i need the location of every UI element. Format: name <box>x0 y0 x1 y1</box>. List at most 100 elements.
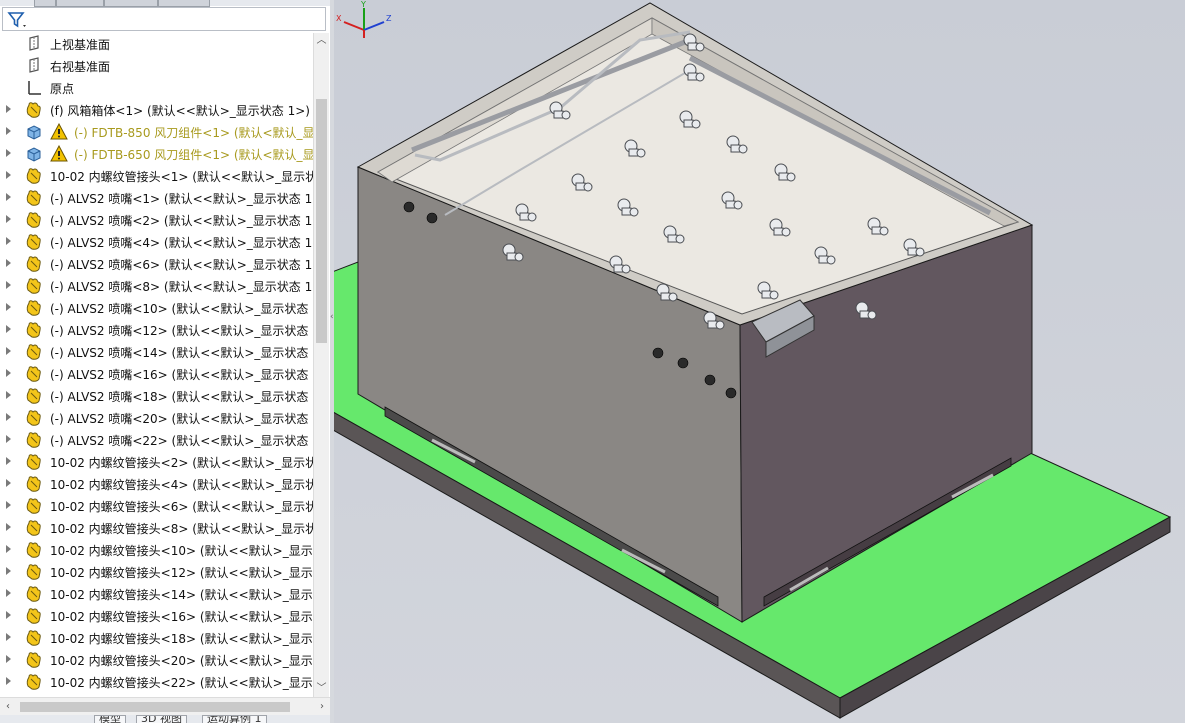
expand-arrow-icon[interactable] <box>6 655 11 663</box>
tree-item[interactable]: 10-02 内螺纹管接头<6> (默认<<默认>_显示状态 <box>0 495 313 517</box>
tree-item[interactable]: (f) 风箱箱体<1> (默认<<默认>_显示状态 1>) <box>0 99 313 121</box>
tree-item[interactable]: (-) ALVS2 喷嘴<8> (默认<<默认>_显示状态 1> <box>0 275 313 297</box>
expand-arrow-icon[interactable] <box>6 281 11 289</box>
part-icon <box>24 453 44 471</box>
expand-arrow-icon[interactable] <box>6 523 11 531</box>
tree-item-label: 10-02 内螺纹管接头<4> (默认<<默认>_显示状态 <box>50 478 313 492</box>
scroll-right-arrow-icon[interactable]: › <box>316 700 328 714</box>
tree-item[interactable]: 10-02 内螺纹管接头<8> (默认<<默认>_显示状态 <box>0 517 313 539</box>
expand-arrow-icon[interactable] <box>6 457 11 465</box>
feature-manager-panel: 上视基准面 右视基准面原点 (f) 风箱箱体<1> (默认<<默认>_显示状态 1>… <box>0 0 331 723</box>
scroll-down-arrow-icon[interactable]: ﹀ <box>316 683 327 695</box>
expand-arrow-icon[interactable] <box>6 303 11 311</box>
tree-item[interactable]: 10-02 内螺纹管接头<4> (默认<<默认>_显示状态 <box>0 473 313 495</box>
expand-arrow-icon[interactable] <box>6 413 11 421</box>
tree-item[interactable]: (-) ALVS2 喷嘴<16> (默认<<默认>_显示状态 1 <box>0 363 313 385</box>
expand-arrow-icon[interactable] <box>6 127 11 135</box>
expand-arrow-icon[interactable] <box>6 325 11 333</box>
expand-arrow-icon[interactable] <box>6 479 11 487</box>
tree-item[interactable]: (-) ALVS2 喷嘴<12> (默认<<默认>_显示状态 1 <box>0 319 313 341</box>
tab-feature-manager[interactable] <box>34 0 56 7</box>
expand-arrow-icon[interactable] <box>6 589 11 597</box>
tree-item[interactable]: (-) ALVS2 喷嘴<4> (默认<<默认>_显示状态 1> <box>0 231 313 253</box>
tree-item[interactable]: (-) FDTB-850 风刀组件<1> (默认<默认_显示 <box>0 121 313 143</box>
filter-icon[interactable] <box>7 10 27 30</box>
tree-item[interactable]: (-) ALVS2 喷嘴<18> (默认<<默认>_显示状态 1 <box>0 385 313 407</box>
tree-item[interactable]: 10-02 内螺纹管接头<16> (默认<<默认>_显示状 <box>0 605 313 627</box>
tree-item[interactable]: (-) ALVS2 喷嘴<22> (默认<<默认>_显示状态 1 <box>0 429 313 451</box>
tree-horizontal-scrollbar[interactable]: ‹ › <box>0 697 330 716</box>
triad-z-label: Z <box>386 14 392 23</box>
tree-item[interactable]: 10-02 内螺纹管接头<2> (默认<<默认>_显示状态 <box>0 451 313 473</box>
tab-model[interactable]: 模型 <box>94 715 126 723</box>
tree-item[interactable]: 10-02 内螺纹管接头<10> (默认<<默认>_显示状 <box>0 539 313 561</box>
tree-item-label: 10-02 内螺纹管接头<8> (默认<<默认>_显示状态 <box>50 522 313 536</box>
part-icon <box>24 211 44 229</box>
expand-arrow-icon[interactable] <box>6 171 11 179</box>
tree-item[interactable]: 原点 <box>0 77 313 99</box>
expand-arrow-icon[interactable] <box>6 105 11 113</box>
tree-item[interactable]: (-) ALVS2 喷嘴<2> (默认<<默认>_显示状态 1> <box>0 209 313 231</box>
feature-tree: 上视基准面 右视基准面原点 (f) 风箱箱体<1> (默认<<默认>_显示状态 1>… <box>0 33 313 693</box>
expand-arrow-icon[interactable] <box>6 435 11 443</box>
expand-arrow-icon[interactable] <box>6 611 11 619</box>
expand-arrow-icon[interactable] <box>6 677 11 685</box>
tab-configuration-manager[interactable] <box>104 0 158 7</box>
part-icon <box>24 673 44 691</box>
view-orientation-triad[interactable]: X Y Z <box>334 0 396 44</box>
tree-item[interactable]: 10-02 内螺纹管接头<12> (默认<<默认>_显示状 <box>0 561 313 583</box>
tree-item-label: 10-02 内螺纹管接头<1> (默认<<默认>_显示状态 <box>50 170 313 184</box>
tree-item[interactable]: (-) ALVS2 喷嘴<20> (默认<<默认>_显示状态 1 <box>0 407 313 429</box>
tree-item-label: 原点 <box>50 82 75 96</box>
tree-item[interactable]: (-) ALVS2 喷嘴<10> (默认<<默认>_显示状态 1 <box>0 297 313 319</box>
tree-item-label: (-) ALVS2 喷嘴<10> (默认<<默认>_显示状态 1 <box>50 302 313 316</box>
tree-item[interactable]: 10-02 内螺纹管接头<22> (默认<<默认>_显示状 <box>0 671 313 693</box>
tree-item-label: (-) FDTB-650 风刀组件<1> (默认<默认_显示 <box>74 148 313 162</box>
expand-arrow-icon[interactable] <box>6 347 11 355</box>
tree-item-label: (-) ALVS2 喷嘴<6> (默认<<默认>_显示状态 1> <box>50 258 313 272</box>
expand-arrow-icon[interactable] <box>6 149 11 157</box>
expand-arrow-icon[interactable] <box>6 391 11 399</box>
graphics-viewport[interactable]: X Y Z <box>334 0 1185 723</box>
tab-display-manager[interactable] <box>158 0 210 7</box>
tree-item[interactable]: 10-02 内螺纹管接头<18> (默认<<默认>_显示状 <box>0 627 313 649</box>
tree-item-label: (-) ALVS2 喷嘴<8> (默认<<默认>_显示状态 1> <box>50 280 313 294</box>
expand-arrow-icon[interactable] <box>6 237 11 245</box>
expand-arrow-icon[interactable] <box>6 259 11 267</box>
tree-item[interactable]: (-) FDTB-650 风刀组件<1> (默认<默认_显示 <box>0 143 313 165</box>
part-icon <box>24 519 44 537</box>
expand-arrow-icon[interactable] <box>6 633 11 641</box>
tree-item-label: 10-02 内螺纹管接头<20> (默认<<默认>_显示状 <box>50 654 313 668</box>
assembly-model-view[interactable] <box>334 0 1185 723</box>
tree-item-label: 10-02 内螺纹管接头<6> (默认<<默认>_显示状态 <box>50 500 313 514</box>
expand-arrow-icon[interactable] <box>6 193 11 201</box>
expand-arrow-icon[interactable] <box>6 501 11 509</box>
expand-arrow-icon[interactable] <box>6 545 11 553</box>
tab-property-manager[interactable] <box>56 0 104 7</box>
tree-filter-bar[interactable] <box>2 7 326 31</box>
tree-item-label: (-) FDTB-850 风刀组件<1> (默认<默认_显示 <box>74 126 313 140</box>
tree-item[interactable]: (-) ALVS2 喷嘴<14> (默认<<默认>_显示状态 1 <box>0 341 313 363</box>
scroll-left-arrow-icon[interactable]: ‹ <box>2 700 14 714</box>
tree-item-label: (-) ALVS2 喷嘴<20> (默认<<默认>_显示状态 1 <box>50 412 313 426</box>
tree-item[interactable]: 10-02 内螺纹管接头<1> (默认<<默认>_显示状态 <box>0 165 313 187</box>
horizontal-scroll-thumb[interactable] <box>20 702 290 712</box>
scroll-up-arrow-icon[interactable]: ︿ <box>316 35 327 47</box>
tree-item[interactable]: (-) ALVS2 喷嘴<6> (默认<<默认>_显示状态 1> <box>0 253 313 275</box>
tree-item[interactable]: 10-02 内螺纹管接头<14> (默认<<默认>_显示状 <box>0 583 313 605</box>
tab-3d-view[interactable]: 3D 视图 <box>136 715 187 723</box>
tree-vertical-scrollbar[interactable]: ︿ ﹀ <box>313 33 329 697</box>
plane-icon <box>24 35 44 53</box>
expand-arrow-icon[interactable] <box>6 567 11 575</box>
tree-item[interactable]: (-) ALVS2 喷嘴<1> (默认<<默认>_显示状态 1> <box>0 187 313 209</box>
warning-icon <box>50 122 68 141</box>
tab-motion-study[interactable]: 运动算例 1 <box>202 715 267 723</box>
expand-arrow-icon[interactable] <box>6 215 11 223</box>
tree-item[interactable]: 右视基准面 <box>0 55 313 77</box>
tree-item[interactable]: 上视基准面 <box>0 33 313 55</box>
tree-item-label: (-) ALVS2 喷嘴<2> (默认<<默认>_显示状态 1> <box>50 214 313 228</box>
tree-item-label: (f) 风箱箱体<1> (默认<<默认>_显示状态 1>) <box>50 104 310 118</box>
expand-arrow-icon[interactable] <box>6 369 11 377</box>
scroll-thumb[interactable] <box>316 99 327 343</box>
tree-item[interactable]: 10-02 内螺纹管接头<20> (默认<<默认>_显示状 <box>0 649 313 671</box>
